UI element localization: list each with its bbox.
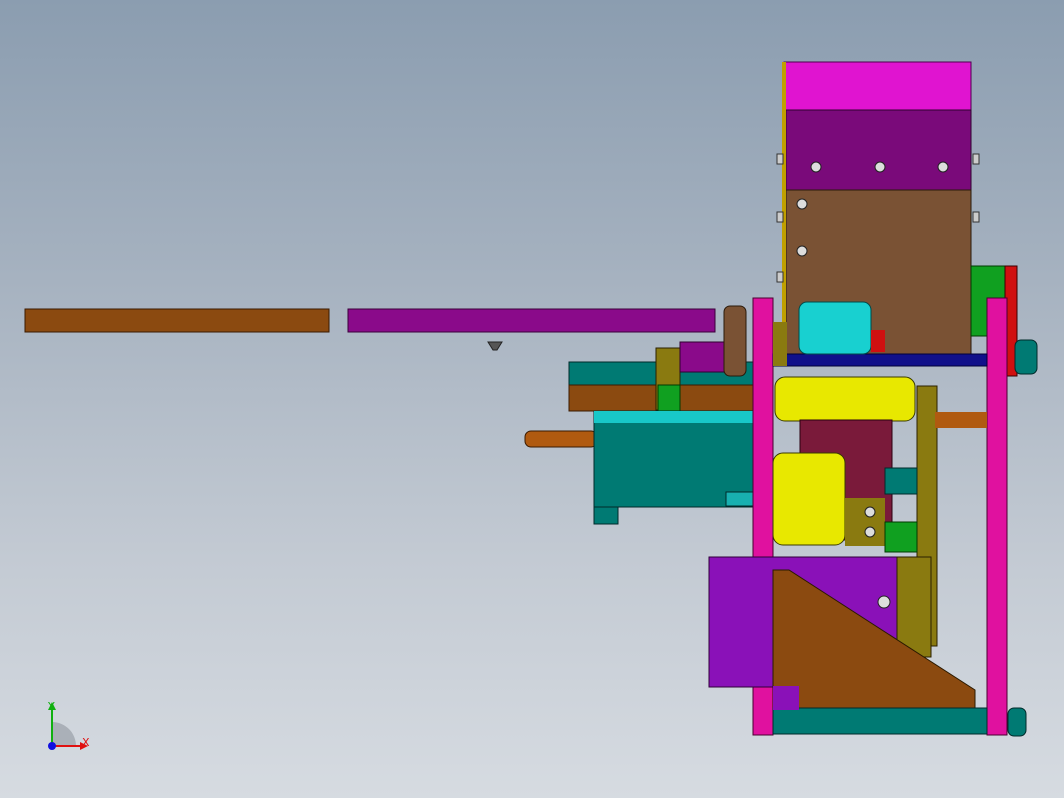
triad-y-label: Y xyxy=(48,700,55,713)
triad-x-label: X xyxy=(82,736,90,749)
coordinate-triad xyxy=(48,702,88,750)
graphics-viewport[interactable]: Y X xyxy=(0,0,1064,798)
